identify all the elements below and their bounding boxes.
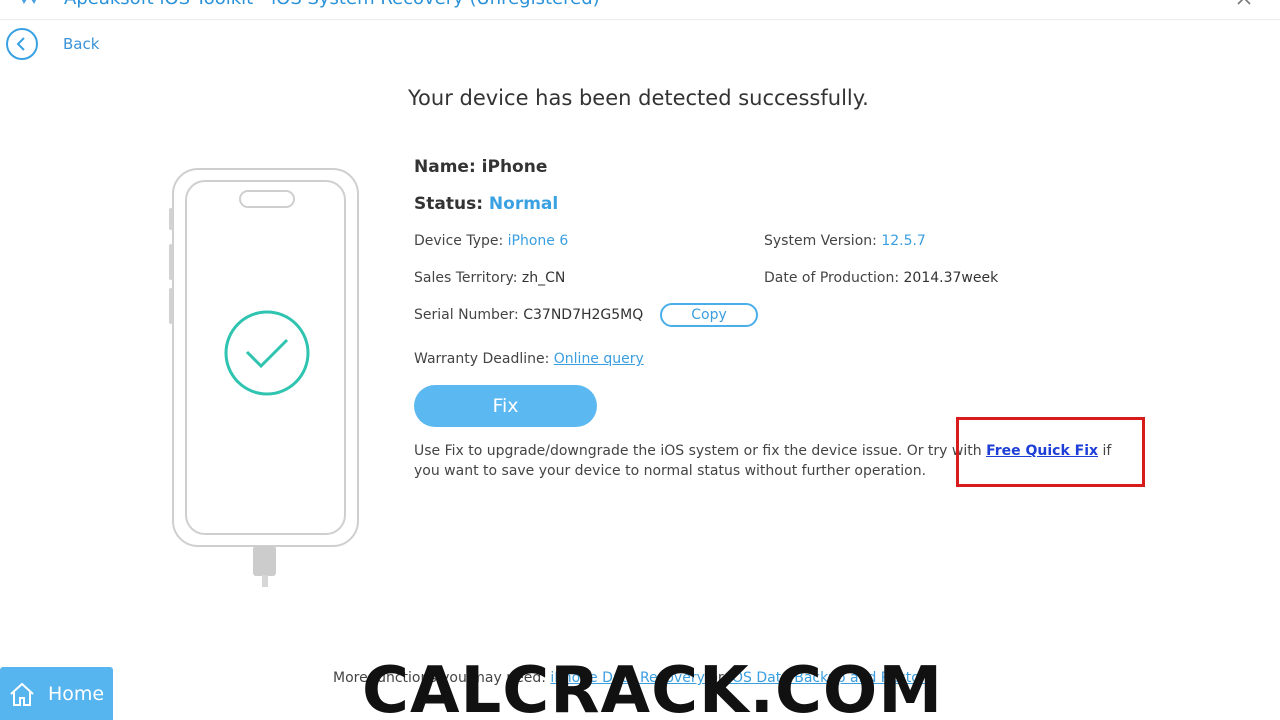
back-arrow-icon[interactable] (6, 28, 38, 60)
serial-value[interactable]: C37ND7H2G5MQ (523, 307, 643, 323)
copy-serial-button[interactable]: Copy (660, 303, 758, 327)
highlight-box (956, 417, 1145, 487)
home-label[interactable]: Home (48, 683, 104, 705)
sales-territory-field: Sales Territory: zh_CN (414, 270, 565, 286)
status-label: Status: (414, 194, 483, 214)
phone-side-button (169, 288, 173, 324)
name-value: iPhone (481, 157, 548, 177)
serial-number-field: Serial Number: C37ND7H2G5MQ (414, 307, 643, 323)
phone-illustration (169, 168, 359, 547)
sales-territory-label: Sales Territory: (414, 270, 518, 286)
back-button[interactable]: Back (6, 28, 99, 60)
fix-button[interactable]: Fix (414, 385, 597, 427)
system-version-value: 12.5.7 (881, 233, 926, 249)
system-version-field: System Version: 12.5.7 (764, 233, 926, 249)
system-version-label: System Version: (764, 233, 877, 249)
warranty-field: Warranty Deadline: Online query (414, 351, 644, 367)
cable-connector (253, 546, 276, 576)
device-type-label: Device Type: (414, 233, 504, 249)
home-button[interactable]: Home (0, 667, 113, 720)
date-production-value: 2014.37week (903, 270, 999, 286)
check-circle-icon (224, 310, 310, 396)
date-production-label: Date of Production: (764, 270, 900, 286)
close-window-icon[interactable] (1236, 0, 1252, 6)
status-value: Normal (488, 194, 559, 214)
device-type-value: iPhone 6 (507, 233, 569, 249)
home-icon[interactable] (8, 681, 36, 707)
online-query-link[interactable]: Online query (554, 351, 644, 367)
cable (262, 575, 268, 587)
watermark-text: CALCRACK.COM (362, 654, 943, 720)
phone-notch (239, 190, 295, 208)
sales-territory-value: zh_CN (521, 270, 566, 286)
detection-headline: Your device has been detected successful… (408, 86, 869, 110)
serial-label: Serial Number: (414, 307, 519, 323)
name-label: Name: (414, 157, 476, 177)
device-name-row: Name: iPhone (414, 157, 547, 177)
phone-side-button (169, 208, 173, 230)
date-production-field: Date of Production: 2014.37week (764, 270, 998, 286)
title-bar: Apeaksoft iOS Toolkit - iOS System Recov… (0, 0, 1280, 20)
app-logo-icon (21, 0, 37, 5)
window-title: Apeaksoft iOS Toolkit - iOS System Recov… (64, 0, 600, 9)
back-label[interactable]: Back (63, 35, 99, 53)
note-text-before: Use Fix to upgrade/downgrade the iOS sys… (414, 443, 987, 459)
warranty-label: Warranty Deadline: (414, 351, 550, 367)
device-status-row: Status: Normal (414, 194, 558, 214)
device-type-field: Device Type: iPhone 6 (414, 233, 568, 249)
phone-side-button (169, 244, 173, 280)
